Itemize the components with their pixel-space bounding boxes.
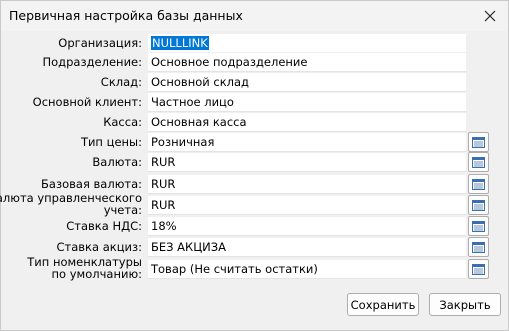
row-warehouse: Склад: Основной склад xyxy=(1,72,508,92)
window-title: Первичная настройка базы данных xyxy=(9,8,243,23)
default-nomenclature-type-picker-button[interactable] xyxy=(468,259,489,279)
currency-label: Валюта: xyxy=(92,155,142,169)
list-picker-icon xyxy=(472,156,485,168)
price-type-picker-button[interactable] xyxy=(468,132,489,152)
close-button[interactable]: Закрыть xyxy=(429,293,501,316)
save-button[interactable]: Сохранить xyxy=(347,293,419,316)
management-currency-label-line2: учета: xyxy=(103,203,142,217)
management-currency-label: Валюта управленческого учета: xyxy=(0,192,142,216)
row-department: Подразделение: Основное подразделение xyxy=(1,52,508,72)
management-currency-picker-button[interactable] xyxy=(468,195,489,215)
default-nomenclature-type-label: Тип номенклатуры по умолчанию: xyxy=(27,256,142,280)
row-main-client: Основной клиент: Частное лицо xyxy=(1,92,508,112)
excise-rate-picker-button[interactable] xyxy=(468,237,489,257)
row-vat-rate: Ставка НДС: 18% xyxy=(1,216,508,236)
organization-field[interactable]: NULLLINK xyxy=(147,33,467,53)
close-icon xyxy=(484,10,496,22)
row-currency: Валюта: RUR xyxy=(1,152,508,172)
cashbox-label: Касса: xyxy=(103,115,142,129)
cashbox-field[interactable]: Основная касса xyxy=(147,112,467,132)
vat-rate-label: Ставка НДС: xyxy=(66,219,142,233)
list-picker-icon xyxy=(472,199,485,211)
list-picker-icon xyxy=(472,178,485,190)
warehouse-field[interactable]: Основной склад xyxy=(147,72,467,92)
row-excise-rate: Ставка акциз: БЕЗ АКЦИЗА xyxy=(1,237,508,257)
title-bar: Первичная настройка базы данных xyxy=(1,1,508,31)
price-type-label: Тип цены: xyxy=(80,135,142,149)
department-field[interactable]: Основное подразделение xyxy=(147,52,467,72)
organization-value: NULLLINK xyxy=(151,36,209,50)
currency-picker-button[interactable] xyxy=(468,152,489,172)
main-client-label: Основной клиент: xyxy=(32,95,142,109)
excise-rate-label: Ставка акциз: xyxy=(56,240,143,254)
row-management-currency: Валюта управленческого учета: RUR xyxy=(0,192,508,216)
list-picker-icon xyxy=(472,241,485,253)
row-default-nomenclature-type: Тип номенклатуры по умолчанию: Товар (Не… xyxy=(1,256,508,280)
list-picker-icon xyxy=(472,220,485,232)
row-organization: Организация: NULLLINK xyxy=(1,33,508,53)
base-currency-field[interactable]: RUR xyxy=(147,174,467,194)
close-window-button[interactable] xyxy=(472,1,508,31)
organization-label: Организация: xyxy=(58,36,142,50)
row-cashbox: Касса: Основная касса xyxy=(1,112,508,132)
vat-rate-picker-button[interactable] xyxy=(468,216,489,236)
list-picker-icon xyxy=(472,263,485,275)
department-label: Подразделение: xyxy=(42,55,143,69)
vat-rate-field[interactable]: 18% xyxy=(147,216,467,236)
dialog-window: Первичная настройка базы данных Организа… xyxy=(0,0,509,331)
main-client-field[interactable]: Частное лицо xyxy=(147,92,467,112)
currency-field[interactable]: RUR xyxy=(147,152,467,172)
row-price-type: Тип цены: Розничная xyxy=(1,132,508,152)
list-picker-icon xyxy=(472,136,485,148)
price-type-field[interactable]: Розничная xyxy=(147,132,467,152)
excise-rate-field[interactable]: БЕЗ АКЦИЗА xyxy=(147,237,467,257)
management-currency-field[interactable]: RUR xyxy=(147,195,467,215)
base-currency-picker-button[interactable] xyxy=(468,174,489,194)
default-nomenclature-type-label-line2: по умолчанию: xyxy=(51,267,142,281)
warehouse-label: Склад: xyxy=(100,75,142,89)
default-nomenclature-type-field[interactable]: Товар (Не считать остатки) xyxy=(147,259,467,279)
